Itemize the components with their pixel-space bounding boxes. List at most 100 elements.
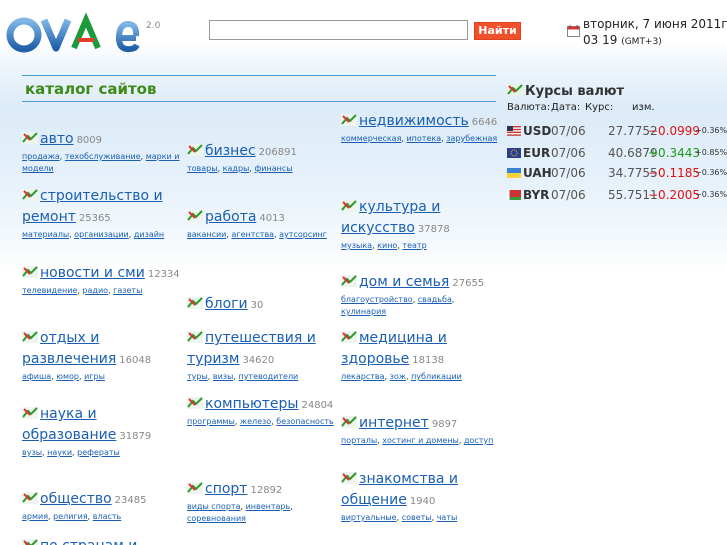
currency-row: EUR 07/06 40.6879 +0.3443 +0.85%	[507, 146, 727, 162]
subcategory-link[interactable]: агентства	[231, 230, 274, 239]
subcategory-link[interactable]: благоустройство	[341, 295, 413, 304]
category-arrow-icon	[187, 297, 203, 309]
category-link[interactable]: бизнес	[205, 143, 256, 159]
subcategory-link[interactable]: рефераты	[77, 448, 120, 457]
subcategory-link[interactable]: железо	[240, 417, 271, 426]
subcategory-link[interactable]: программы	[187, 417, 235, 426]
subcategory-link[interactable]: виды спорта	[187, 502, 240, 511]
subcategory-link[interactable]: науки	[47, 448, 72, 457]
subcategory-link[interactable]: публикации	[411, 372, 462, 381]
category-count: 12334	[147, 269, 180, 280]
category-link[interactable]: дом и семья	[359, 274, 449, 290]
subcategory-link[interactable]: путеводители	[238, 372, 298, 381]
subcategory-link[interactable]: власть	[93, 512, 122, 521]
currency-change: −0.0999	[648, 124, 701, 138]
currency-code: EUR	[523, 146, 551, 160]
subcategory-link[interactable]: товары	[187, 164, 218, 173]
catalog-item-head: строительство и ремонт 25365	[22, 185, 180, 228]
subcategory-link[interactable]: техобслуживание	[65, 152, 141, 161]
subcategory-link[interactable]: хостинг и домены	[382, 436, 459, 445]
currency-date: 07/06	[551, 166, 586, 180]
catalog-item-head: культура и искусство 37878	[341, 196, 499, 239]
category-link[interactable]: недвижимость	[359, 113, 469, 129]
subcategory-link[interactable]: виртуальные	[341, 513, 397, 522]
separator: ,	[290, 502, 293, 511]
catalog-item: путешествия и туризм 34620 туры, визы, пут…	[187, 327, 345, 383]
subcategory-link[interactable]: инвентарь	[246, 502, 291, 511]
search-button[interactable]: Найти	[474, 22, 521, 40]
catalog-item-head: общество 23485	[22, 488, 180, 510]
category-link[interactable]: работа	[205, 209, 256, 225]
subcategory-link[interactable]: аутсорсинг	[279, 230, 327, 239]
catalog-item: интернет 9897 порталы, хостинг и домены, д…	[341, 412, 499, 447]
subcategory-link[interactable]: армия	[22, 512, 48, 521]
subcategory-link[interactable]: финансы	[254, 164, 292, 173]
flag-icon	[507, 148, 521, 158]
category-link[interactable]: по странам и	[40, 538, 137, 545]
catalog-item: по странам и	[22, 535, 180, 545]
currency-code: UAH	[523, 166, 552, 180]
subcategory-link[interactable]: музыка	[341, 241, 372, 250]
category-link[interactable]: общество	[40, 491, 112, 507]
category-link[interactable]: спорт	[205, 481, 247, 497]
category-link[interactable]: блоги	[205, 296, 248, 312]
category-arrow-icon	[22, 132, 38, 144]
subcategory-link[interactable]: кино	[377, 241, 397, 250]
catalog-item: знакомства и общение 1940 виртуальные, сов…	[341, 468, 499, 524]
subcategory-link[interactable]: материалы	[22, 230, 69, 239]
subcategory-link[interactable]: телевидение	[22, 286, 77, 295]
subcategory-link[interactable]: дизайн	[134, 230, 164, 239]
catalog-divider-top	[22, 75, 496, 76]
subcategory-link[interactable]: кадры	[223, 164, 250, 173]
category-link[interactable]: знакомства и общение	[341, 471, 458, 508]
category-count: 12892	[250, 485, 283, 496]
subcategory-link[interactable]: советы	[402, 513, 432, 522]
subcategory-link[interactable]: ипотека	[406, 134, 441, 143]
subcategory-link[interactable]: чаты	[437, 513, 458, 522]
subcategory-link[interactable]: кулинария	[341, 307, 386, 316]
subcategory-link[interactable]: вакансии	[187, 230, 226, 239]
subcategory-link[interactable]: лекарства	[341, 372, 385, 381]
category-link[interactable]: новости и сми	[40, 265, 145, 281]
subcategory-link[interactable]: зож	[390, 372, 406, 381]
subcategory-link[interactable]: вузы	[22, 448, 42, 457]
search-input[interactable]	[209, 20, 468, 40]
catalog-item-head: знакомства и общение 1940	[341, 468, 499, 511]
category-link[interactable]: компьютеры	[205, 396, 298, 412]
subcategory-link[interactable]: радио	[82, 286, 108, 295]
category-count: 4013	[259, 213, 285, 224]
logo-version: 2.0	[146, 21, 161, 31]
category-link[interactable]: интернет	[359, 415, 429, 431]
subcategory-link[interactable]: афиша	[22, 372, 51, 381]
subcategory-link[interactable]: религия	[53, 512, 88, 521]
subcategory-link[interactable]: безопасность	[276, 417, 333, 426]
category-arrow-icon	[341, 200, 357, 212]
category-count: 8009	[76, 135, 103, 146]
catalog-item-head: спорт 12892	[187, 478, 345, 500]
catalog-item: работа 4013 вакансии, агентства, аутсорсин…	[187, 206, 345, 241]
subcategory-link[interactable]: газеты	[113, 286, 142, 295]
category-count: 37878	[417, 224, 450, 235]
currency-percent: −0.36%	[695, 168, 727, 177]
subcategory-link[interactable]: юмор	[56, 372, 79, 381]
catalog-item: бизнес 206891 товары, кадры, финансы	[187, 140, 345, 175]
site-logo[interactable]: 2.0	[6, 8, 184, 58]
subcategory-link[interactable]: зарубежная	[446, 134, 497, 143]
catalog-item-head: наука и образование 31879	[22, 403, 180, 446]
subcategory-link[interactable]: организации	[74, 230, 129, 239]
subcategory-link[interactable]: продажа	[22, 152, 60, 161]
subcategory-link[interactable]: театр	[402, 241, 426, 250]
catalog-item: культура и искусство 37878 музыка, кино, т…	[341, 196, 499, 252]
subcategory-link[interactable]: соревнования	[187, 514, 246, 523]
category-count: 206891	[258, 147, 297, 158]
subcategory-list: благоустройство, свадьба, кулинария	[341, 294, 499, 318]
subcategory-link[interactable]: порталы	[341, 436, 377, 445]
category-arrow-icon	[22, 539, 38, 545]
category-link[interactable]: авто	[40, 131, 74, 147]
subcategory-link[interactable]: игры	[84, 372, 105, 381]
subcategory-link[interactable]: коммерческая	[341, 134, 401, 143]
subcategory-link[interactable]: доступ	[464, 436, 493, 445]
subcategory-link[interactable]: туры	[187, 372, 208, 381]
subcategory-link[interactable]: визы	[213, 372, 233, 381]
subcategory-link[interactable]: свадьба	[418, 295, 452, 304]
